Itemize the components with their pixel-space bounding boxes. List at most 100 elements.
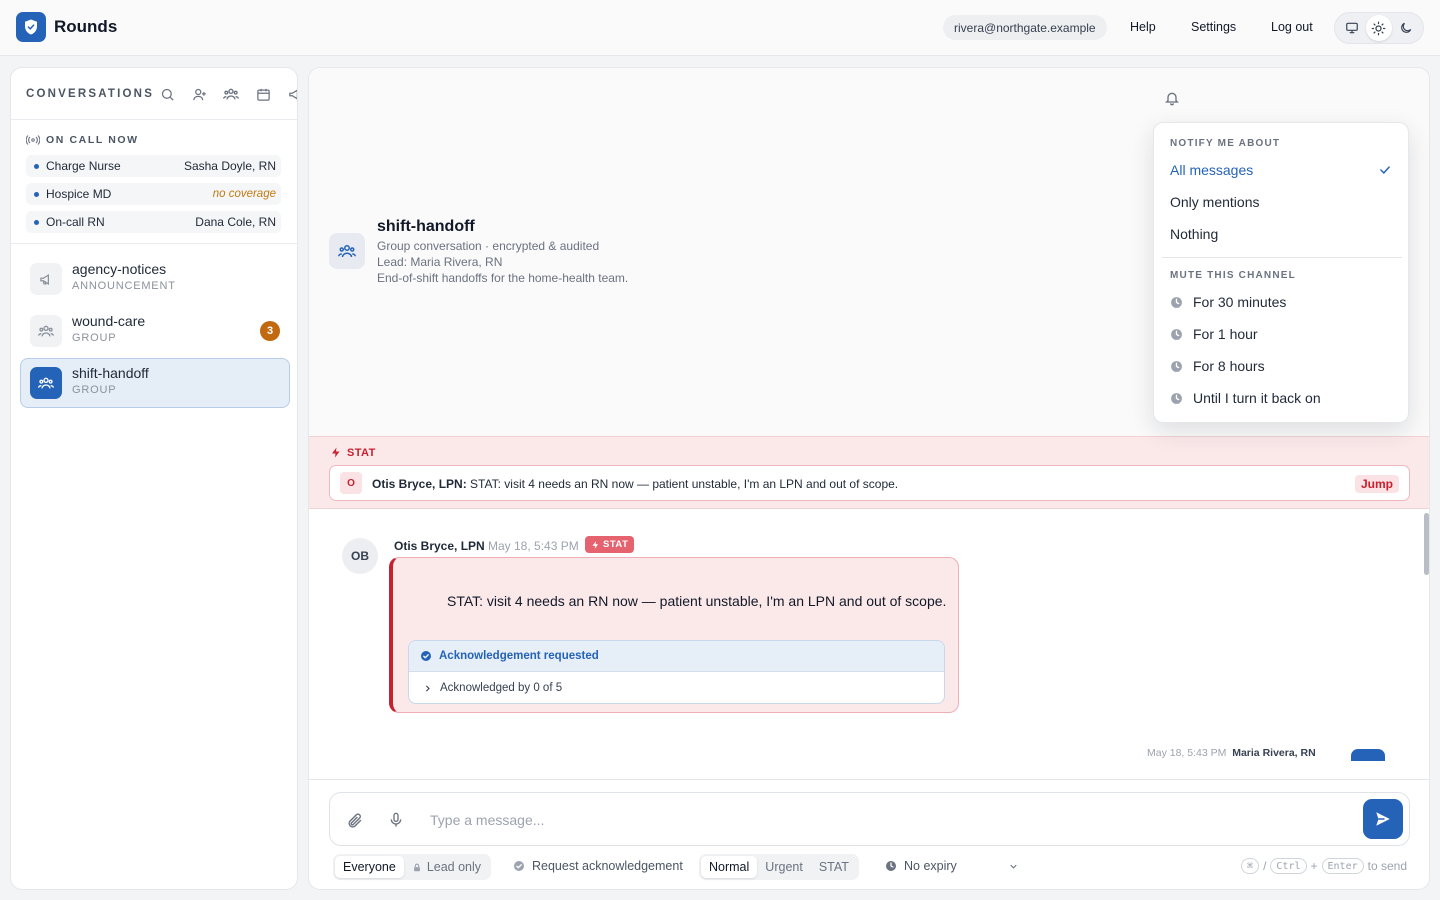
message-bubble[interactable]: STAT: visit 4 needs an RN now — patient … (389, 557, 959, 713)
sidebar-title: CONVERSATIONS (26, 88, 155, 100)
notify-option-mentions[interactable]: Only mentions (1170, 194, 1394, 210)
request-ack-toggle[interactable]: Request acknowledgement (513, 859, 683, 873)
group-icon (38, 325, 54, 337)
audience-lead-only[interactable]: Lead only (404, 856, 489, 878)
theme-system-button[interactable] (1339, 15, 1365, 41)
clock-icon (1171, 360, 1182, 372)
monitor-icon (1346, 22, 1359, 34)
clock-icon (1171, 392, 1182, 404)
channel-name: shift-handoff (72, 365, 149, 381)
priority-urgent[interactable]: Urgent (757, 856, 811, 878)
priority-toggle: Normal Urgent STAT (699, 854, 859, 880)
acknowledgement-box: Acknowledgement requested Acknowledged b… (408, 640, 945, 704)
search-button[interactable] (157, 84, 177, 104)
mute-option-8h[interactable]: For 8 hours (1170, 358, 1394, 374)
new-group-button[interactable] (221, 84, 241, 104)
bell-icon (1165, 92, 1179, 106)
paperclip-icon (348, 813, 361, 828)
bolt-icon (332, 447, 340, 458)
send-icon (1376, 812, 1390, 826)
mute-option-label: For 8 hours (1193, 358, 1265, 374)
channel-item-agency-notices[interactable]: agency-notices ANNOUNCEMENT (20, 254, 290, 304)
moon-icon (1400, 22, 1411, 33)
app-logo[interactable] (16, 12, 46, 42)
next-message-bubble (1351, 749, 1385, 761)
channel-type: GROUP (72, 332, 117, 344)
stat-banner-label: STAT (330, 446, 376, 459)
channel-item-wound-care[interactable]: wound-care GROUP 3 (20, 306, 290, 356)
priority-stat[interactable]: STAT (811, 856, 857, 878)
pinned-stat-message[interactable]: O Otis Bryce, LPN: STAT: visit 4 needs a… (329, 465, 1410, 501)
notify-option-all[interactable]: All messages (1170, 162, 1394, 178)
mute-option-30min[interactable]: For 30 minutes (1170, 294, 1394, 310)
check-badge-icon (421, 651, 431, 661)
pinned-stat-text: Otis Bryce, LPN: STAT: visit 4 needs an … (372, 477, 898, 491)
user-email-chip[interactable]: rivera@northgate.example (943, 15, 1107, 40)
ack-status-toggle[interactable]: Acknowledged by 0 of 5 (409, 672, 944, 703)
attach-button[interactable] (344, 810, 364, 830)
notify-menu: NOTIFY ME ABOUT All messages Only mentio… (1153, 122, 1409, 423)
channel-name: wound-care (72, 313, 146, 329)
group-icon (38, 377, 54, 389)
mute-option-label: For 30 minutes (1193, 294, 1287, 310)
key-ctrl: Ctrl (1270, 858, 1307, 874)
help-link[interactable]: Help (1130, 20, 1156, 34)
logout-link[interactable]: Log out (1271, 20, 1313, 34)
audience-toggle: Everyone Lead only (333, 854, 492, 880)
microphone-icon (390, 812, 402, 827)
message-text: STAT: visit 4 needs an RN now — patient … (447, 593, 947, 609)
on-call-role: Hospice MD (46, 187, 112, 201)
next-message-author: Maria Rivera, RN (1232, 747, 1316, 759)
unread-badge: 3 (260, 321, 280, 341)
composer (329, 792, 1410, 846)
bolt-icon (592, 540, 599, 549)
announce-button[interactable] (285, 84, 297, 104)
schedule-button[interactable] (253, 84, 273, 104)
chevron-right-icon (425, 684, 430, 692)
add-person-icon (192, 88, 206, 100)
megaphone-icon (39, 273, 49, 285)
channel-item-shift-handoff[interactable]: shift-handoff GROUP (20, 358, 290, 408)
stat-banner-label-text: STAT (347, 446, 376, 459)
theme-light-button[interactable] (1365, 15, 1392, 41)
mute-option-label: Until I turn it back on (1193, 390, 1321, 406)
chevron-down-icon (1010, 864, 1017, 869)
on-call-panel: ON CALL NOW Charge Nurse Sasha Doyle, RN… (11, 120, 297, 244)
message-author[interactable]: Otis Bryce, LPN (394, 539, 485, 553)
status-dot (34, 191, 39, 197)
message-input[interactable] (430, 809, 1330, 831)
voice-button[interactable] (386, 810, 406, 830)
on-call-row[interactable]: On-call RN Dana Cole, RN (26, 211, 281, 233)
channel-name: agency-notices (72, 261, 167, 277)
send-button[interactable] (1363, 799, 1403, 839)
feed-scrollbar[interactable] (1424, 513, 1429, 575)
new-direct-message-button[interactable] (189, 84, 209, 104)
channel-lead: Lead: Maria Rivera, RN (377, 255, 503, 269)
notify-option-nothing[interactable]: Nothing (1170, 226, 1394, 242)
clock-icon (1171, 296, 1182, 308)
notify-settings-button[interactable] (1162, 88, 1182, 108)
audience-everyone[interactable]: Everyone (335, 856, 404, 878)
jump-button[interactable]: Jump (1354, 475, 1399, 493)
on-call-no-coverage: no coverage (212, 188, 276, 200)
expiry-select[interactable]: No expiry (885, 859, 1019, 873)
key-cmd: ⌘ (1241, 858, 1260, 874)
on-call-row[interactable]: Hospice MD no coverage (26, 183, 281, 205)
on-call-row[interactable]: Charge Nurse Sasha Doyle, RN (26, 155, 281, 177)
settings-link[interactable]: Settings (1191, 20, 1236, 34)
mute-option-until-on[interactable]: Until I turn it back on (1170, 390, 1394, 406)
mute-option-1h[interactable]: For 1 hour (1170, 326, 1394, 342)
avatar[interactable]: OB (342, 538, 378, 574)
request-ack-label: Request acknowledgement (532, 859, 683, 873)
calendar-icon (256, 88, 270, 101)
theme-dark-button[interactable] (1393, 15, 1419, 41)
send-shortcut-hint: ⌘ / Ctrl + Enter to send (1241, 858, 1407, 874)
priority-normal[interactable]: Normal (701, 856, 758, 878)
stat-banner: STAT O Otis Bryce, LPN: STAT: visit 4 ne… (309, 436, 1429, 509)
checkmark-icon (1380, 166, 1390, 174)
lock-icon (413, 863, 420, 871)
on-call-name: Sasha Doyle, RN (183, 159, 276, 173)
channel-icon (30, 315, 62, 347)
on-call-role: On-call RN (46, 215, 105, 229)
mute-section-title: MUTE THIS CHANNEL (1170, 270, 1296, 281)
